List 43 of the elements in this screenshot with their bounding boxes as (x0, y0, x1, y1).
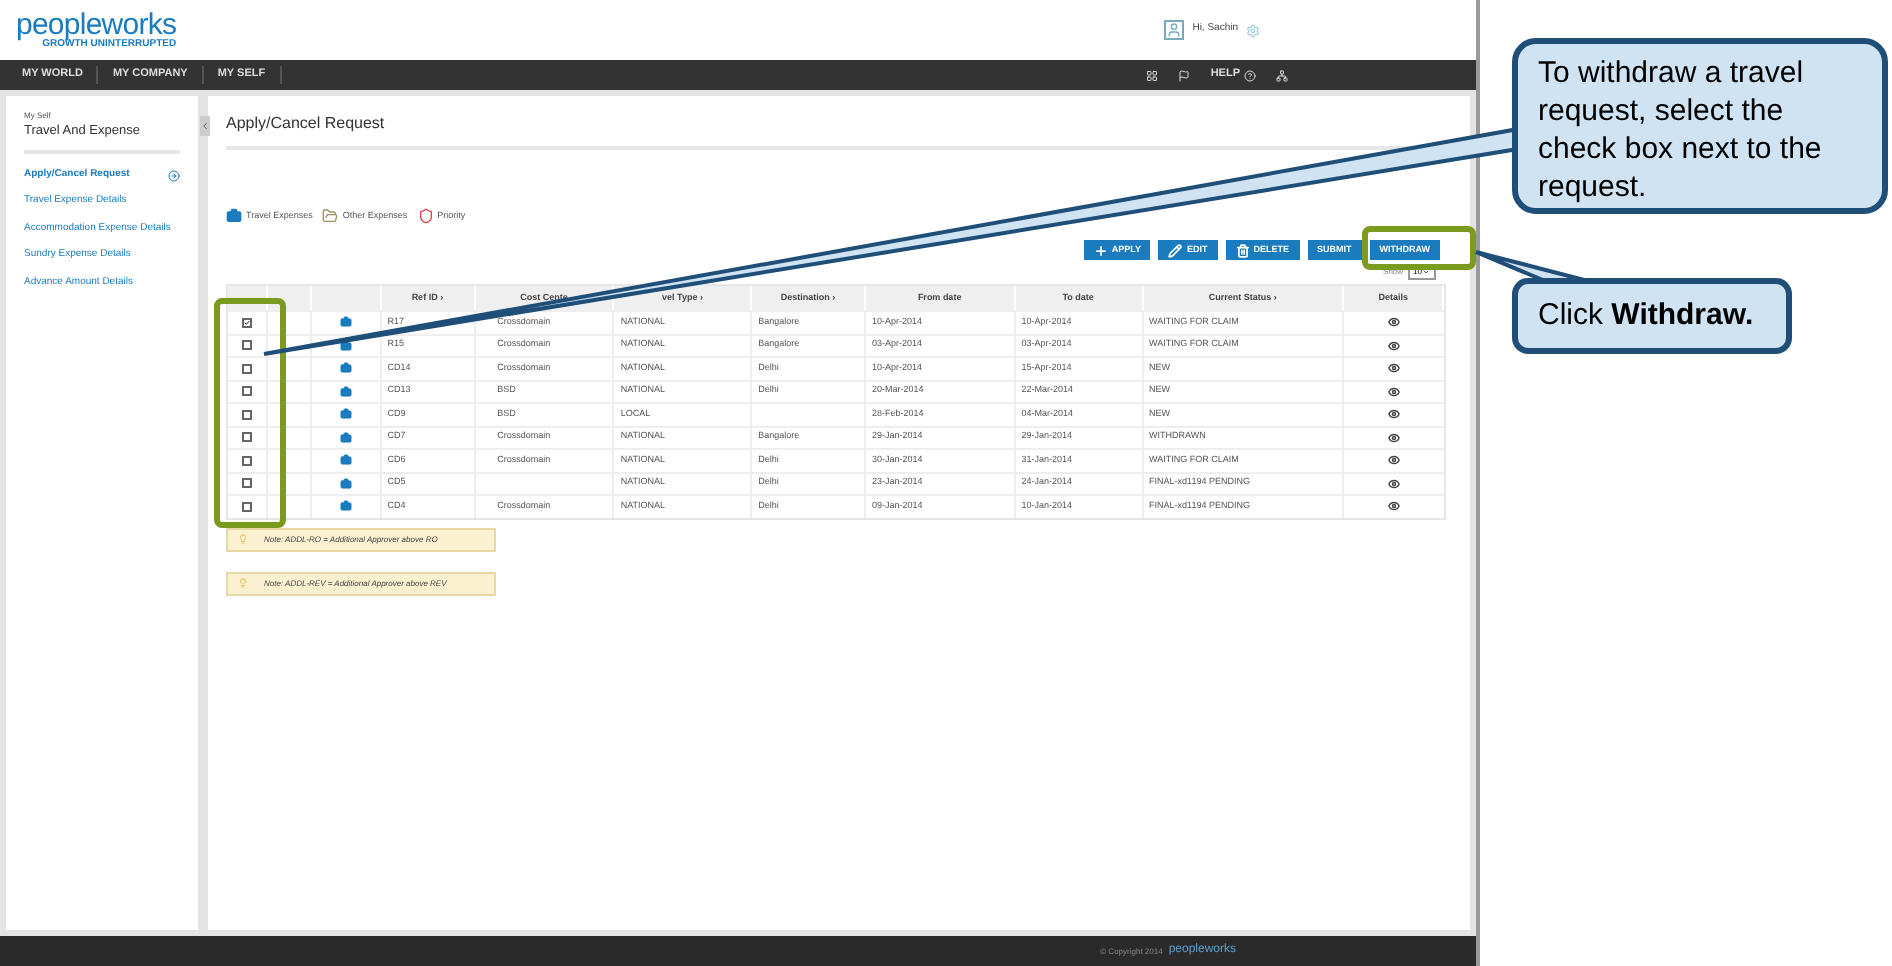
briefcase-icon (339, 454, 352, 467)
sitemap-icon[interactable] (1276, 69, 1288, 81)
row-checkbox[interactable] (241, 386, 252, 397)
lightbulb-icon (238, 578, 248, 588)
view-icon[interactable] (1388, 477, 1401, 490)
plus-icon (1093, 243, 1108, 257)
highlight-frame (1362, 226, 1476, 270)
lightbulb-icon (238, 534, 248, 544)
shield-icon (417, 208, 434, 224)
trash-icon (1235, 243, 1250, 257)
view-icon[interactable] (1388, 454, 1401, 467)
briefcase-icon (339, 500, 352, 513)
view-icon[interactable] (1388, 316, 1401, 329)
view-icon[interactable] (1388, 339, 1401, 352)
row-checkbox[interactable] (241, 409, 252, 420)
briefcase-icon (339, 431, 352, 444)
briefcase-icon (339, 316, 352, 329)
view-icon[interactable] (1388, 500, 1401, 513)
flag-icon[interactable] (1178, 69, 1191, 81)
briefcase-icon (339, 408, 352, 421)
row-checkbox[interactable] (241, 455, 252, 466)
folder-icon (322, 208, 339, 224)
row-checkbox[interactable] (241, 317, 252, 328)
arrow-icon (168, 169, 180, 181)
row-checkbox[interactable] (241, 363, 252, 374)
view-icon[interactable] (1388, 362, 1401, 375)
row-checkbox[interactable] (241, 478, 252, 489)
view-icon[interactable] (1388, 431, 1401, 444)
row-checkbox[interactable] (241, 432, 252, 443)
briefcase-icon (339, 477, 352, 490)
help-icon (1244, 69, 1256, 81)
briefcase-icon (339, 362, 352, 375)
view-icon[interactable] (1388, 408, 1401, 421)
view-icon[interactable] (1388, 385, 1401, 398)
logo: peopleworks (16, 10, 177, 40)
pencil-icon (1168, 243, 1183, 257)
grid-icon[interactable] (1146, 69, 1159, 81)
briefcase-icon (339, 385, 352, 398)
briefcase-icon (226, 208, 242, 224)
callout: To withdraw a travel request, select the check box next to the request. (1512, 38, 1888, 214)
row-checkbox[interactable] (241, 340, 252, 351)
avatar-icon (1164, 20, 1185, 40)
row-checkbox[interactable] (241, 501, 252, 512)
